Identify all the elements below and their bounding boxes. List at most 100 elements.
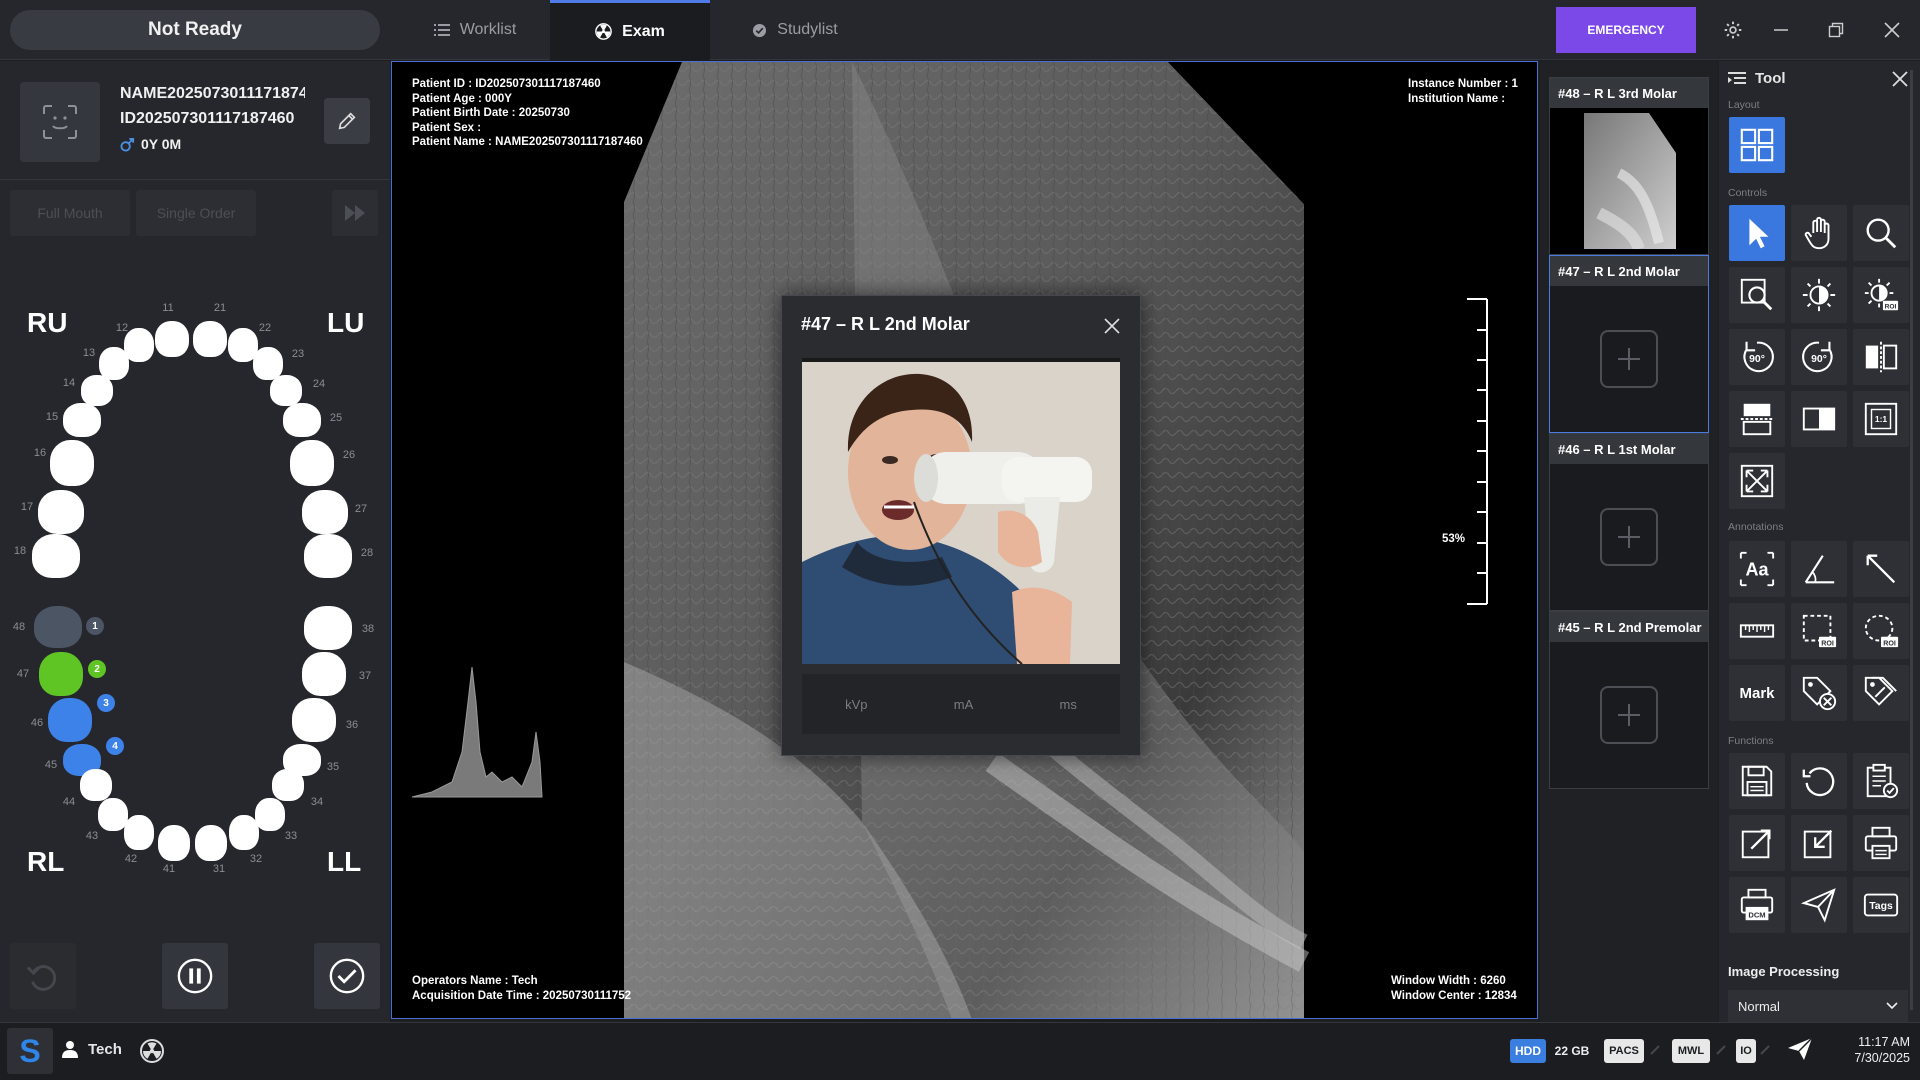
chevron-down-icon [1886, 1002, 1898, 1010]
save-button[interactable] [1729, 753, 1785, 809]
tooth-26[interactable] [290, 440, 334, 486]
tooth-21[interactable] [193, 321, 227, 357]
pencil-icon [338, 112, 356, 130]
tags-text: Tags [1869, 901, 1893, 912]
rotate-cw-button[interactable]: 90° [1791, 329, 1847, 385]
brightness-button[interactable] [1791, 267, 1847, 323]
thumbnail-48[interactable]: #48 – R L 3rd Molar [1549, 77, 1709, 255]
mwl-badge[interactable]: MWL [1672, 1039, 1710, 1063]
send-status-icon[interactable] [1786, 1036, 1814, 1067]
one-to-one-text: 1:1 [1875, 414, 1888, 424]
ellipse-roi-button[interactable]: ROI [1853, 603, 1909, 659]
angle-button[interactable] [1791, 541, 1847, 597]
tooth-36[interactable] [292, 698, 336, 742]
tooth-34[interactable] [272, 769, 304, 801]
tooth-number: 46 [30, 717, 44, 729]
mark-button[interactable]: Mark [1729, 665, 1785, 721]
tab-exam[interactable]: Exam [550, 0, 710, 60]
tooth-11[interactable] [155, 321, 189, 357]
tooth-33[interactable] [255, 798, 285, 831]
complete-button[interactable] [314, 943, 380, 1009]
order-badge: 2 [88, 660, 106, 678]
tooth-47[interactable] [39, 652, 83, 696]
export-button[interactable] [1729, 815, 1785, 871]
app-logo[interactable]: S [7, 1028, 53, 1074]
tooth-16[interactable] [50, 440, 94, 486]
pin-icon[interactable] [1891, 70, 1909, 93]
magnify-roi-button[interactable] [1729, 267, 1785, 323]
add-image-icon [1600, 508, 1658, 566]
tooth-41[interactable] [158, 825, 190, 861]
tooth-38[interactable] [304, 606, 352, 650]
tooth-17[interactable] [38, 490, 84, 534]
emergency-button[interactable]: EMERGENCY [1556, 7, 1696, 53]
fit-screen-button[interactable] [1729, 453, 1785, 509]
fast-forward-icon [345, 205, 365, 221]
tooth-37[interactable] [302, 652, 346, 696]
actual-size-button[interactable]: 1:1 [1853, 391, 1909, 447]
thumbnail-45[interactable]: #45 – R L 2nd Premolar [1549, 611, 1709, 789]
ruler-button[interactable] [1729, 603, 1785, 659]
full-mouth-button[interactable]: Full Mouth [10, 190, 130, 236]
tooth-44[interactable] [80, 769, 112, 801]
send-button[interactable] [1791, 877, 1847, 933]
thumbnail-46[interactable]: #46 – R L 1st Molar [1549, 433, 1709, 611]
tab-worklist[interactable]: Worklist [400, 0, 550, 60]
arrow-button[interactable] [1853, 541, 1909, 597]
order-badge: 3 [97, 694, 115, 712]
tooth-46[interactable] [48, 698, 92, 742]
restore-icon[interactable] [1820, 14, 1852, 46]
tool-scrollbar[interactable] [1910, 70, 1913, 1010]
tooth-25[interactable] [283, 403, 321, 437]
rect-roi-button[interactable]: ROI [1791, 603, 1847, 659]
pointer-button[interactable] [1729, 205, 1785, 261]
remove-tag-button[interactable] [1791, 665, 1847, 721]
undo-button[interactable] [10, 943, 76, 1009]
invert-button[interactable] [1791, 391, 1847, 447]
tooth-32[interactable] [229, 815, 259, 850]
import-button[interactable] [1791, 815, 1847, 871]
tooth-15[interactable] [63, 403, 101, 437]
report-button[interactable] [1853, 753, 1909, 809]
tab-studylist[interactable]: Studylist [710, 0, 880, 60]
tooth-42[interactable] [124, 815, 154, 850]
tooth-48[interactable] [34, 606, 82, 648]
text-annotation-button[interactable]: Aa [1729, 541, 1785, 597]
flip-vertical-button[interactable] [1729, 391, 1785, 447]
dicom-print-button[interactable]: DCM [1729, 877, 1785, 933]
tooth-28[interactable] [304, 534, 352, 578]
tooth-27[interactable] [302, 490, 348, 534]
print-button[interactable] [1853, 815, 1909, 871]
edit-patient-button[interactable] [324, 98, 370, 144]
pause-button[interactable] [162, 943, 228, 1009]
flip-horizontal-button[interactable] [1853, 329, 1909, 385]
male-icon [120, 137, 135, 152]
clipboard-check-icon [1866, 763, 1899, 799]
single-order-button[interactable]: Single Order [136, 190, 256, 236]
pan-button[interactable] [1791, 205, 1847, 261]
tooth-24[interactable] [270, 375, 302, 406]
tooth-31[interactable] [195, 825, 227, 861]
layout-grid-button[interactable] [1729, 117, 1785, 173]
zoom-button[interactable] [1853, 205, 1909, 261]
order-badge: 1 [86, 617, 104, 635]
close-icon[interactable] [1876, 14, 1908, 46]
user-indicator[interactable]: Tech [62, 1040, 122, 1058]
close-icon[interactable] [1100, 314, 1124, 338]
settings-gear-icon[interactable] [1717, 14, 1749, 46]
fast-forward-button[interactable] [332, 190, 378, 236]
tags-button[interactable]: Tags [1853, 877, 1909, 933]
clear-tags-button[interactable] [1853, 665, 1909, 721]
tooth-18[interactable] [32, 534, 80, 578]
io-badge[interactable]: IO [1736, 1039, 1756, 1063]
thumbnail-title: #46 – R L 1st Molar [1550, 434, 1708, 464]
reset-button[interactable] [1791, 753, 1847, 809]
brightness-roi-button[interactable]: ROI [1853, 267, 1909, 323]
text-tool-label: Aa [1745, 560, 1769, 580]
pacs-badge[interactable]: PACS [1604, 1039, 1644, 1063]
tooth-14[interactable] [81, 375, 113, 406]
thumbnail-47[interactable]: #47 – R L 2nd Molar [1549, 255, 1709, 433]
image-processing-select[interactable]: Normal [1728, 990, 1908, 1022]
rotate-ccw-button[interactable]: 90° [1729, 329, 1785, 385]
minimize-icon[interactable] [1765, 14, 1797, 46]
